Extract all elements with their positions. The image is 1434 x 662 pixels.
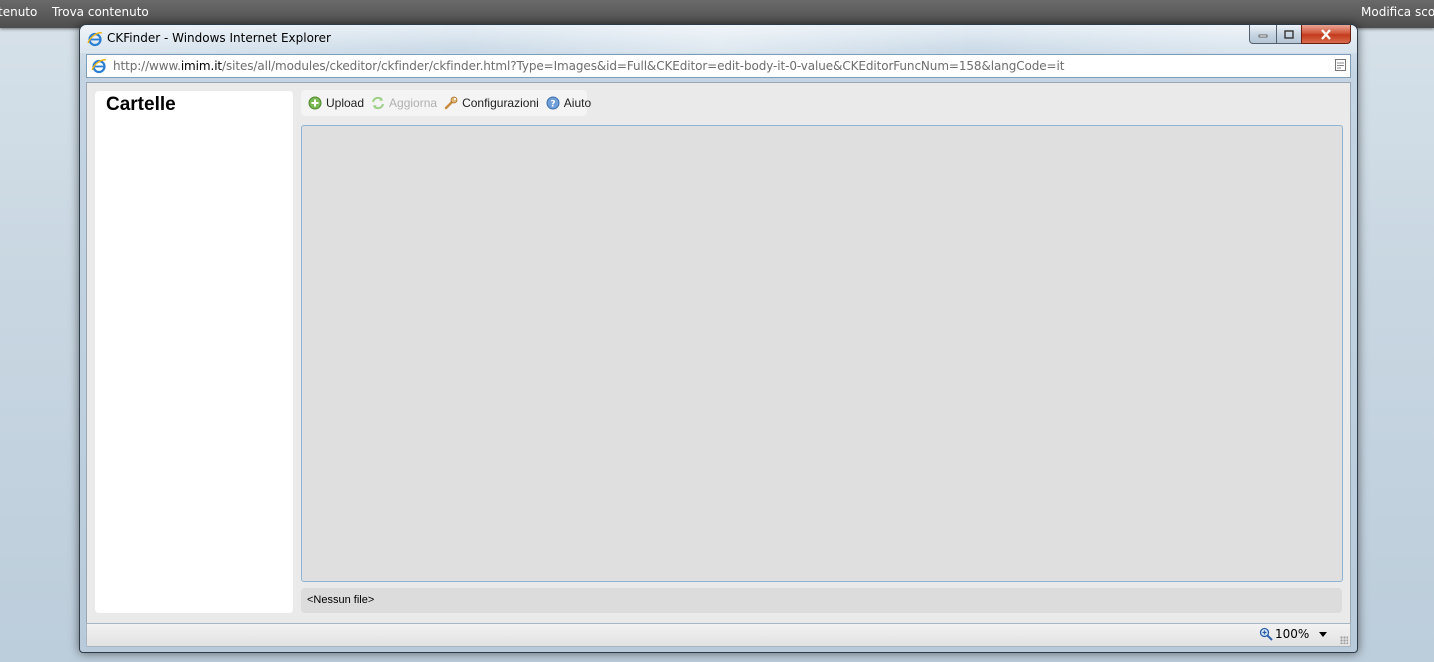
ie-popup-window: CKFinder - Windows Internet Explorer htt… — [79, 24, 1358, 653]
admin-link-edit-shortcuts[interactable]: Modifica scor — [1361, 5, 1434, 19]
ie-status-bar: 100% — [86, 623, 1351, 647]
ckfinder-toolbar: Upload Aggiorna Configurazioni ? Aiuto — [301, 90, 591, 116]
file-status-text: <Nessun file> — [307, 594, 375, 606]
window-titlebar[interactable]: CKFinder - Windows Internet Explorer — [80, 25, 1357, 53]
minimize-icon — [1258, 34, 1268, 38]
url-path: /sites/all/modules/ckeditor/ckfinder/ckf… — [222, 59, 1065, 73]
help-icon: ? — [546, 96, 560, 110]
page-ie-icon — [91, 59, 107, 74]
admin-link-find-content[interactable]: Trova contenuto — [52, 5, 149, 19]
add-icon — [308, 96, 322, 110]
upload-button[interactable]: Upload — [308, 92, 364, 114]
folders-panel: Cartelle — [95, 91, 293, 613]
address-url: http://www.imim.it/sites/all/modules/cke… — [113, 59, 1064, 73]
window-title: CKFinder - Windows Internet Explorer — [107, 31, 331, 45]
settings-label: Configurazioni — [462, 96, 539, 110]
refresh-button[interactable]: Aggiorna — [371, 92, 437, 114]
files-pane[interactable] — [301, 125, 1343, 582]
compatibility-view-icon[interactable] — [1335, 59, 1346, 71]
settings-button[interactable]: Configurazioni — [444, 92, 539, 114]
zoom-dropdown-icon[interactable] — [1319, 632, 1327, 637]
maximize-icon — [1284, 29, 1294, 39]
file-status-bar: <Nessun file> — [301, 588, 1342, 613]
svg-text:?: ? — [550, 100, 555, 110]
minimize-button[interactable] — [1249, 25, 1277, 44]
upload-label: Upload — [326, 96, 365, 110]
wrench-icon — [444, 96, 458, 110]
admin-link-content[interactable]: tenuto — [0, 5, 37, 19]
close-icon — [1321, 28, 1331, 40]
ckfinder-content: Cartelle Upload Aggiorna Configurazioni … — [86, 82, 1351, 624]
url-prefix: http://www. — [113, 59, 181, 73]
zoom-control[interactable]: 100% — [1259, 627, 1309, 641]
refresh-icon — [372, 96, 385, 110]
ie-logo-icon — [87, 32, 103, 47]
url-domain: imim.it — [180, 59, 223, 73]
help-label: Aiuto — [563, 96, 592, 110]
zoom-level: 100% — [1275, 627, 1310, 641]
help-button[interactable]: ? Aiuto — [546, 92, 591, 114]
address-bar[interactable]: http://www.imim.it/sites/all/modules/cke… — [86, 54, 1351, 78]
refresh-label: Aggiorna — [389, 96, 438, 110]
zoom-icon — [1259, 627, 1273, 641]
maximize-button[interactable] — [1276, 25, 1302, 44]
close-button[interactable] — [1301, 25, 1351, 44]
resize-grip-icon[interactable] — [1340, 636, 1348, 644]
folders-title: Cartelle — [106, 94, 176, 115]
